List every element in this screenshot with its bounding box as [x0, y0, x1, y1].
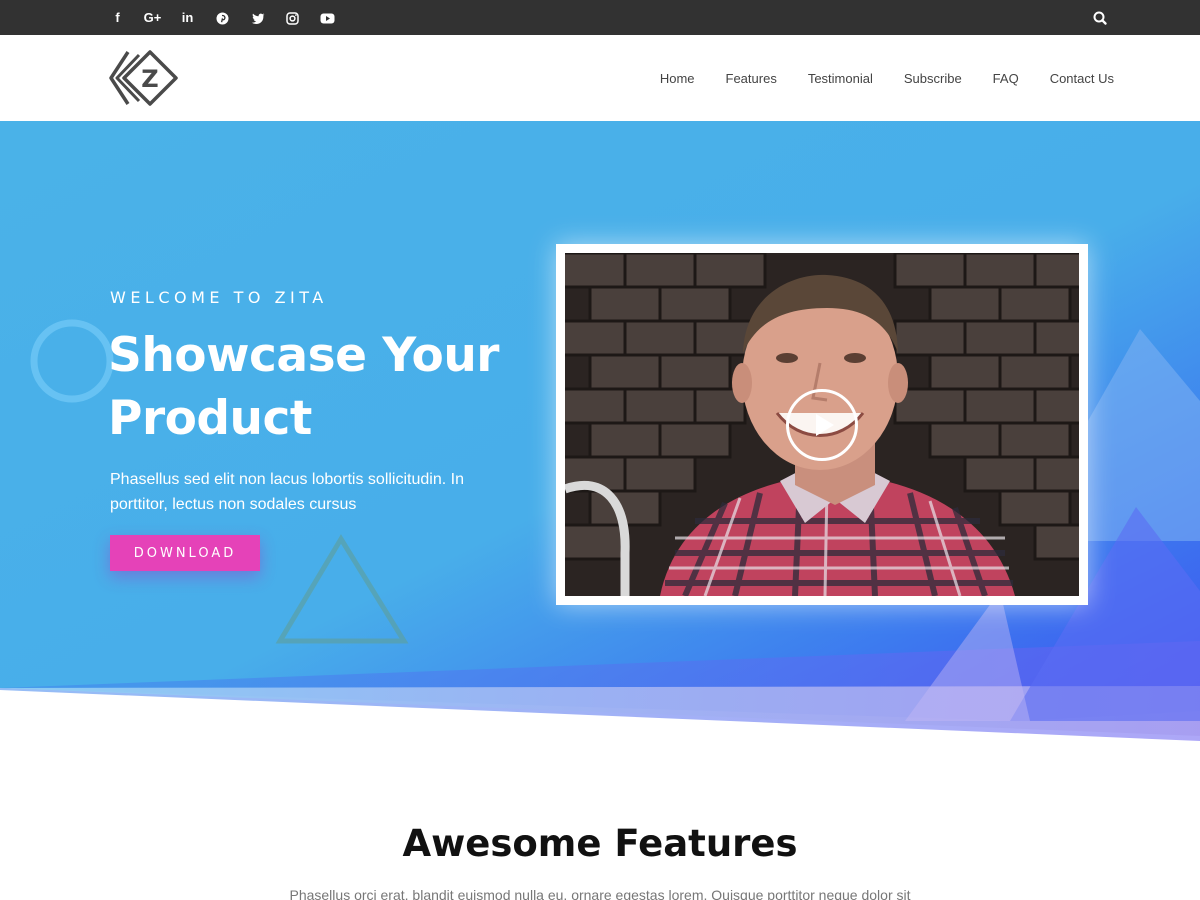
- features-description: Phasellus orci erat, blandit euismod nul…: [289, 887, 911, 900]
- hero-description: Phasellus sed elit non lacus lobortis so…: [110, 471, 464, 513]
- top-bar: f G+ in: [0, 0, 1200, 35]
- google-plus-icon[interactable]: G+: [135, 0, 170, 35]
- video-frame: [556, 244, 1088, 605]
- main-nav: Home Features Testimonial Subscribe FAQ …: [629, 35, 1114, 121]
- social-links: f G+ in: [100, 0, 345, 35]
- nav-item-subscribe[interactable]: Subscribe: [904, 71, 962, 86]
- nav-item-contact-us[interactable]: Contact Us: [1050, 71, 1114, 86]
- download-button[interactable]: DOWNLOAD: [110, 535, 260, 571]
- search-icon[interactable]: [1090, 8, 1110, 28]
- nav-item-features[interactable]: Features: [726, 71, 777, 86]
- nav-item-faq[interactable]: FAQ: [993, 71, 1019, 86]
- hero-welcome-text: WELCOME TO ZITA: [110, 288, 328, 307]
- nav-item-testimonial[interactable]: Testimonial: [808, 71, 873, 86]
- nav-item-home[interactable]: Home: [660, 71, 695, 86]
- video-thumbnail[interactable]: [565, 253, 1079, 596]
- site-logo[interactable]: Z: [108, 49, 182, 107]
- pinterest-icon[interactable]: [205, 0, 240, 35]
- features-title: Awesome Features: [402, 822, 798, 865]
- logo-letter: Z: [141, 65, 158, 93]
- play-icon: [816, 414, 834, 436]
- twitter-icon[interactable]: [240, 0, 275, 35]
- hero-section: WELCOME TO ZITA Showcase Your Product Ph…: [0, 121, 1200, 741]
- instagram-icon[interactable]: [275, 0, 310, 35]
- youtube-icon[interactable]: [310, 0, 345, 35]
- facebook-icon[interactable]: f: [100, 0, 135, 35]
- hero-title: Showcase Your Product: [108, 328, 499, 446]
- linkedin-icon[interactable]: in: [170, 0, 205, 35]
- site-header: Z Home Features Testimonial Subscribe FA…: [0, 35, 1200, 121]
- play-button[interactable]: [786, 389, 858, 461]
